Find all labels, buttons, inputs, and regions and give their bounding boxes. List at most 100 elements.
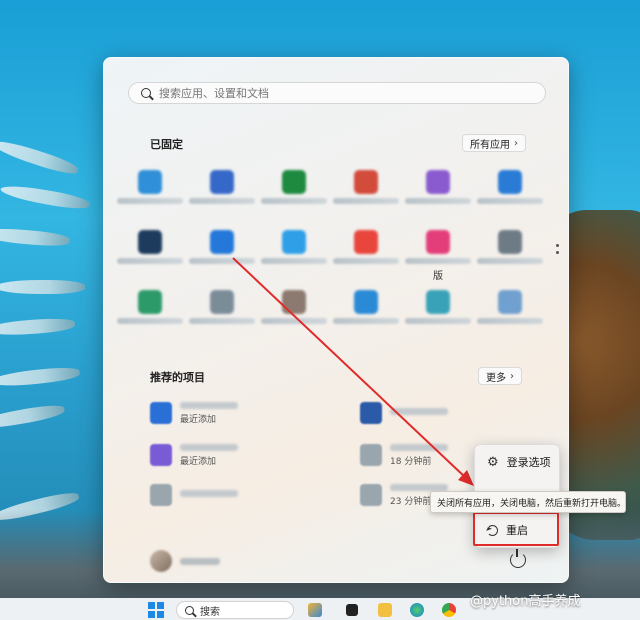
item-name-blurred [390,483,448,491]
fish-decoration [0,402,66,432]
fish-decoration [0,226,71,248]
pinned-app[interactable] [258,230,330,264]
file-icon [360,484,382,506]
edge-icon[interactable] [410,603,424,617]
chrome-icon[interactable] [442,603,456,617]
recommended-title: 推荐的项目 [150,371,205,384]
app-icon [498,230,522,254]
app-icon [354,230,378,254]
all-apps-button[interactable]: 所有应用 › [462,134,526,152]
pinned-app[interactable] [114,170,186,204]
app-label-blurred [477,318,543,324]
pinned-app[interactable] [186,290,258,324]
pinned-app[interactable] [330,290,402,324]
avatar [150,550,172,572]
windows-start-icon[interactable] [148,602,164,618]
app-label-blurred [117,198,183,204]
more-button[interactable]: 更多 › [478,367,522,385]
page-dots[interactable] [556,244,560,258]
gear-icon: ⚙ [487,454,499,470]
app-label-blurred [333,318,399,324]
app-icon [426,230,450,254]
pinned-app[interactable] [402,290,474,324]
app-icon [282,170,306,194]
app-label-blurred [333,258,399,264]
recommended-item-text [390,408,448,418]
pinned-app[interactable] [402,170,474,204]
pinned-app[interactable] [474,290,546,324]
item-name-blurred [180,443,238,451]
recommended-item-text: 18 分钟前 [390,443,448,467]
app-label-blurred [261,198,327,204]
fish-decoration [0,182,91,212]
app-label-blurred [117,318,183,324]
app-icon [426,170,450,194]
signin-options-item[interactable]: ⚙ 登录选项 [481,449,557,475]
item-name-blurred [390,443,448,451]
search-icon [141,88,151,98]
app-label-blurred [333,198,399,204]
chevron-right-icon: › [510,370,514,382]
taskbar-app-icon[interactable] [346,604,358,616]
file-icon [150,484,172,506]
app-label-blurred [405,258,471,264]
app-icon [210,290,234,314]
app-icon [498,170,522,194]
app-label-partial: 版 [433,271,443,282]
file-icon [360,444,382,466]
recommended-item[interactable]: 最近添加 [150,440,340,470]
file-icon [360,402,382,424]
user-name-blurred [180,557,220,565]
pinned-app[interactable] [330,230,402,264]
fish-decoration [0,365,81,389]
recommended-item-text: 最近添加 [180,443,238,467]
app-icon [210,230,234,254]
fish-decoration [0,136,80,178]
pinned-app[interactable] [186,230,258,264]
app-icon [354,170,378,194]
taskbar-search-label: 搜索 [200,606,220,618]
more-label: 更多 [486,372,506,384]
item-subtitle: 最近添加 [180,414,217,425]
start-search-box[interactable] [128,82,546,104]
user-account[interactable] [150,550,220,572]
app-icon [354,290,378,314]
app-label-blurred [189,318,255,324]
pinned-app[interactable] [186,170,258,204]
app-icon [138,290,162,314]
pinned-app[interactable] [258,170,330,204]
pinned-app[interactable] [474,170,546,204]
app-icon [138,170,162,194]
app-label-blurred [189,198,255,204]
pinned-app[interactable] [330,170,402,204]
app-icon [138,230,162,254]
app-label-blurred [261,258,327,264]
app-label-blurred [261,318,327,324]
pinned-app[interactable] [258,290,330,324]
start-search-input[interactable] [159,86,519,100]
file-icon [150,444,172,466]
recommended-item[interactable] [360,398,550,428]
power-icon[interactable] [510,549,526,568]
taskbar-search[interactable]: 搜索 [176,601,294,619]
item-name-blurred [180,401,238,409]
app-icon [426,290,450,314]
pinned-app[interactable] [474,230,546,264]
app-label-blurred [117,258,183,264]
recommended-item[interactable] [150,480,340,510]
app-icon [498,290,522,314]
pinned-app[interactable] [114,290,186,324]
app-icon [282,230,306,254]
pinned-app[interactable] [114,230,186,264]
fish-decoration [0,280,85,294]
search-icon [185,605,194,615]
item-subtitle: 最近添加 [180,456,217,467]
taskbar-app-icon[interactable] [308,603,322,617]
app-label-blurred [405,198,471,204]
recommended-item[interactable]: 最近添加 [150,398,340,428]
app-label-blurred [405,318,471,324]
pinned-app[interactable]: 版 [402,230,474,282]
app-label-blurred [477,258,543,264]
folder-icon[interactable] [378,603,392,617]
all-apps-label: 所有应用 [470,139,510,151]
